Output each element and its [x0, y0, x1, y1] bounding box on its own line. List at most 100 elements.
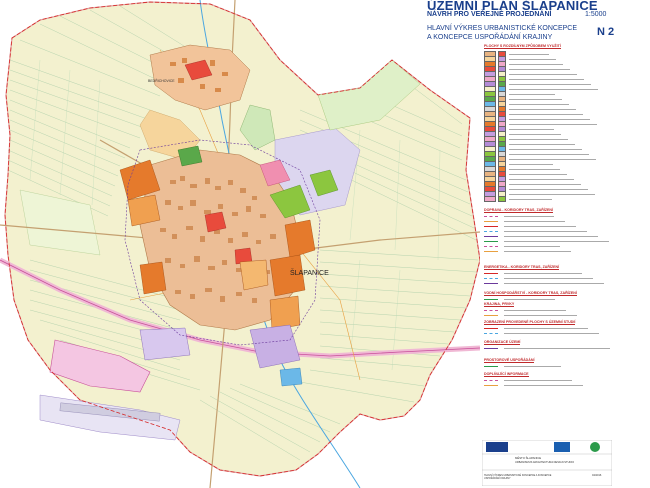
legend-text-line: [509, 53, 549, 55]
legend-row: [484, 196, 552, 202]
legend-section-header: PROSTOROVÉ USPOŘÁDÁNÍ: [484, 358, 535, 363]
legend-text-line: [504, 314, 577, 316]
legend-line-swatch: [484, 235, 498, 237]
legend-section-header: VODNÍ HOSPODÁŘSTVÍ - KORIDORY TRAS, ZAŘÍ…: [484, 291, 577, 296]
legend-line-row: [484, 214, 554, 218]
legend-line-row: [484, 364, 561, 368]
legend-swatch: [484, 196, 496, 202]
legend-text-line: [509, 133, 561, 135]
legend-text-line: [509, 198, 552, 200]
legend-line-row: [484, 229, 587, 233]
legend-line-swatch: [484, 327, 498, 329]
legend-text-line: [509, 93, 555, 95]
land-use-map[interactable]: ŠLAPANICE BEDŘICHOVICE: [0, 0, 480, 488]
legend-line-swatch: [484, 365, 498, 367]
legend-text-line: [504, 365, 561, 367]
legend-line-swatch: [484, 384, 498, 386]
legend-text-line: [504, 215, 554, 217]
legend-text-line: [509, 158, 596, 160]
legend-text-line: [509, 178, 574, 180]
legend-line-row: [484, 346, 610, 350]
legend-text-line: [504, 298, 555, 300]
eu-logo-icon: [486, 442, 508, 452]
drawing-title-line1: HLAVNÍ VÝKRES URBANISTICKÉ KONCEPCE: [427, 25, 578, 32]
legend-row: [484, 136, 568, 142]
legend-line-swatch: [484, 245, 498, 247]
legend-text-line: [504, 272, 582, 274]
legend-text-line: [504, 230, 587, 232]
legend-text-line: [509, 108, 576, 110]
legend-line-row: [484, 249, 571, 253]
legend-text-line: [509, 193, 595, 195]
legend-section-header: PLOCHY S ROZDÍLNÝM ZPŮSOBEM VYUŽITÍ: [484, 44, 561, 49]
drawing-title: HLAVNÍ VÝKRES URBANISTICKÉ KONCEPCE A KO…: [427, 24, 577, 42]
legend-text-line: [504, 347, 610, 349]
legend-text-line: [509, 63, 563, 65]
legend-text-line: [509, 163, 553, 165]
legend-text-line: [504, 282, 604, 284]
legend-line-swatch: [484, 225, 498, 227]
legend-text-line: [509, 128, 554, 130]
legend-section-header: DOPLŇUJÍCÍ INFORMACE: [484, 372, 529, 377]
development-center: [239, 259, 269, 291]
sheet-number: N 2: [597, 26, 615, 38]
legend-text-line: [509, 68, 570, 70]
legend-text-line: [504, 327, 588, 329]
program-logo-icon: [590, 442, 600, 452]
legend-text-line: [509, 118, 590, 120]
legend-text-line: [509, 78, 584, 80]
legend-line-swatch: [484, 347, 498, 349]
legend-line-row: [484, 326, 588, 330]
legend-line-row: [484, 308, 566, 312]
water-area: [279, 367, 303, 387]
legend-section-header: ORGANIZACE ÚZEMÍ: [484, 340, 521, 345]
footer-project: MĚSTO ŠLAPANICE: [515, 456, 542, 460]
district-label: BEDŘICHOVICE: [148, 78, 175, 83]
legend-line-swatch: [484, 379, 498, 381]
legend-line-swatch: [484, 240, 498, 242]
legend-text-line: [509, 153, 589, 155]
legend-text-line: [509, 148, 582, 150]
legend-line-swatch: [484, 298, 498, 300]
legend-line-row: [484, 331, 599, 335]
legend-section-header: DOPRAVA - KORIDORY TRAS, ZAŘÍZENÍ: [484, 208, 554, 213]
legend-section-header: KRAJINA, PRVKY: [484, 302, 515, 307]
legend-line-row: [484, 224, 576, 228]
legend-line-row: [484, 378, 572, 382]
legend-text-line: [509, 183, 581, 185]
town-label: ŠLAPANICE: [290, 268, 329, 277]
legend-section-header: ENERGETIKA - KORIDORY TRAS, ZAŘÍZENÍ: [484, 265, 560, 270]
legend-row: [484, 101, 569, 107]
legend-row: [484, 66, 570, 72]
footer-note: HLAVNÍ VÝKRES URBANISTICKÉ KONCEPCE A KO…: [484, 474, 552, 480]
legend-text-line: [509, 123, 597, 125]
legend-swatch: [498, 196, 506, 202]
legend-text-line: [509, 168, 560, 170]
legend-text-line: [509, 83, 591, 85]
legend-text-line: [509, 103, 569, 105]
industry-southwest: [139, 327, 191, 361]
legend-row: [484, 171, 567, 177]
plan-subtitle: NÁVRH PRO VEŘEJNÉ PROJEDNÁNÍ: [427, 11, 552, 18]
legend-line-row: [484, 244, 560, 248]
legend-line-swatch: [484, 314, 498, 316]
legend-line-swatch: [484, 309, 498, 311]
legend-text-line: [509, 88, 598, 90]
legend-text-line: [504, 245, 560, 247]
legend-line-swatch: [484, 215, 498, 217]
legend-line-row: [484, 297, 555, 301]
development-sw: [139, 261, 167, 295]
footer-firm: URBANISMUS ARCHITEKTURA DESIGN STUDIO: [515, 461, 575, 464]
plan-scale: 1:5000: [585, 11, 607, 18]
legend-line-swatch: [484, 277, 498, 279]
legend-text-line: [509, 98, 562, 100]
legend-section-header: ZOBRAZENÍ PROVEDENÉ PLOCHY S ÚZEMNÍ STUD…: [484, 320, 576, 325]
development-east-3: [269, 295, 301, 331]
legend-line-row: [484, 234, 598, 238]
legend-line-row: [484, 276, 593, 280]
legend-text-line: [504, 220, 565, 222]
legend-text-line: [509, 113, 583, 115]
legend-text-line: [509, 143, 575, 145]
legend-text-line: [509, 58, 556, 60]
legend-text-line: [504, 240, 609, 242]
